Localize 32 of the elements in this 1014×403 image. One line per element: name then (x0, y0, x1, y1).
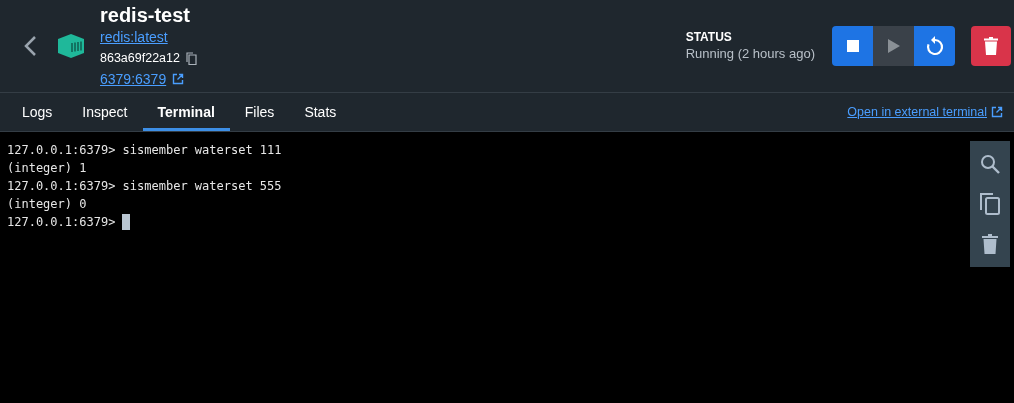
restart-icon (925, 36, 944, 56)
copy-icon[interactable] (185, 51, 197, 65)
delete-button[interactable] (971, 26, 1011, 66)
trash-icon[interactable] (982, 234, 998, 255)
status-label: STATUS (685, 29, 733, 45)
container-name: redis-test (100, 2, 192, 27)
terminal-line: 127.0.0.1:6379> sismember waterset 111 (7, 143, 282, 157)
trash-icon (984, 37, 998, 55)
back-icon[interactable] (22, 35, 38, 57)
tab[interactable]: Files (229, 93, 290, 131)
tab[interactable]: Terminal (142, 93, 230, 131)
terminal-line: (integer) 1 (7, 161, 87, 175)
tab[interactable]: Inspect (67, 93, 143, 131)
search-icon[interactable] (980, 153, 1000, 174)
ports-link[interactable]: 6379:6379 (100, 68, 167, 90)
tab[interactable]: Logs (7, 93, 68, 131)
terminal-line: (integer) 0 (7, 197, 87, 211)
stop-button[interactable] (832, 26, 873, 66)
restart-button[interactable] (914, 26, 955, 66)
status-value: Running (2 hours ago) (685, 45, 815, 63)
external-link-icon[interactable] (172, 73, 185, 85)
play-icon (887, 39, 900, 53)
terminal-line: 127.0.0.1:6379> (7, 215, 116, 229)
external-link-icon[interactable] (991, 106, 1003, 118)
external-terminal-link[interactable]: Open in external terminal (847, 101, 987, 123)
container-id: 863a69f22a12 (100, 49, 180, 67)
image-link[interactable]: redis:latest (100, 26, 686, 48)
tab[interactable]: Stats (289, 93, 352, 131)
copy-icon[interactable] (980, 193, 1000, 215)
terminal-line: 127.0.0.1:6379> sismember waterset 555 (7, 179, 282, 193)
stop-icon (846, 40, 859, 52)
container-icon (58, 34, 84, 58)
